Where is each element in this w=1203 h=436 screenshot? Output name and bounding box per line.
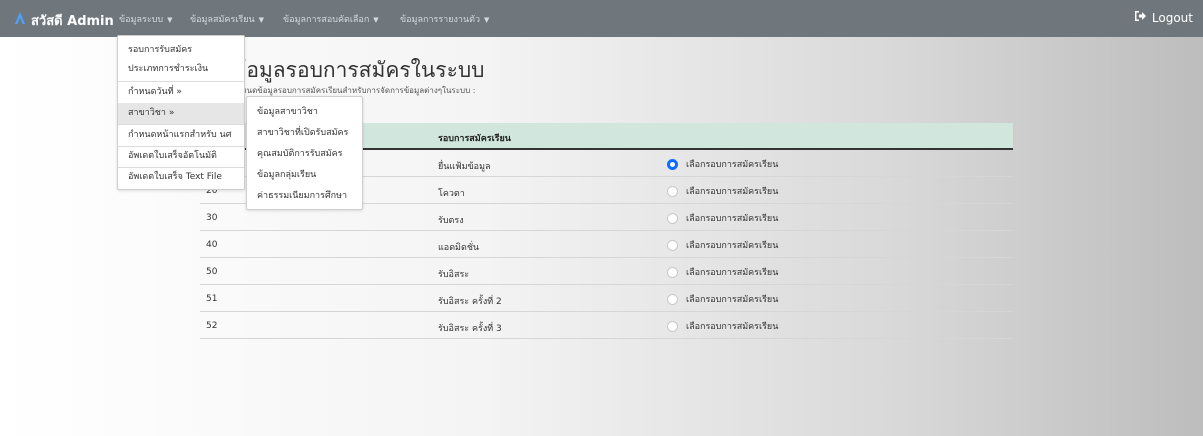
round-code: 52: [206, 321, 218, 331]
nav-item-label: ข้อมูลระบบ: [119, 15, 164, 25]
radio-icon[interactable]: [667, 320, 678, 332]
majors-submenu: ข้อมูลสาขาวิชา สาขาวิชาที่เปิดรับสมัคร ค…: [246, 96, 363, 210]
caret-down-icon: ▼: [258, 16, 265, 24]
select-round-label: เลือกรอบการสมัครเรียน: [686, 214, 779, 224]
select-round-radio[interactable]: เลือกรอบการสมัครเรียน: [667, 157, 778, 171]
brand-logo-icon: [14, 11, 26, 25]
logout-button[interactable]: Logout: [1134, 10, 1193, 25]
round-name: รับตรง: [438, 216, 464, 226]
table-row: 51 รับอิสระ ครั้งที่ 2 เลือกรอบการสมัครเ…: [200, 285, 1013, 312]
select-round-label: เลือกรอบการสมัครเรียน: [686, 241, 779, 251]
nav-item-system[interactable]: ข้อมูลระบบ ▼: [119, 12, 173, 26]
round-code: 50: [206, 267, 218, 277]
radio-icon[interactable]: [667, 212, 678, 224]
round-code: 40: [206, 240, 218, 250]
round-name: ยื่นแฟ้มข้อมูล: [438, 162, 491, 172]
select-round-radio[interactable]: เลือกรอบการสมัครเรียน: [667, 265, 778, 279]
radio-icon[interactable]: [667, 185, 678, 197]
round-code: 51: [206, 294, 218, 304]
menu-item-payment-types[interactable]: ประเภทการชำระเงิน: [118, 59, 244, 80]
navbar: สวัสดี Admin ข้อมูลระบบ ▼ ข้อมูลสมัครเรีย…: [0, 0, 1203, 37]
select-round-radio[interactable]: เลือกรอบการสมัครเรียน: [667, 211, 778, 225]
radio-icon[interactable]: [667, 158, 678, 170]
nav-item-label: ข้อมูลสมัครเรียน: [190, 15, 255, 25]
nav-item-application[interactable]: ข้อมูลสมัครเรียน ▼: [190, 12, 264, 26]
submenu-item-study-groups[interactable]: ข้อมูลกลุ่มเรียน: [247, 165, 362, 185]
select-round-label: เลือกรอบการสมัครเรียน: [686, 268, 779, 278]
nav-item-exam[interactable]: ข้อมูลการสอบคัดเลือก ▼: [283, 12, 379, 26]
menu-item-auto-receipt-update[interactable]: อัพเดตใบเสร็จอัตโนมัติ: [118, 146, 244, 167]
select-round-label: เลือกรอบการสมัครเรียน: [686, 160, 779, 170]
round-name: รับอิสระ: [438, 270, 470, 280]
caret-down-icon: ▼: [373, 16, 379, 24]
system-dropdown-menu: รอบการรับสมัคร ประเภทการชำระเงิน กำหนดวั…: [117, 35, 245, 190]
table-row: 52 รับอิสระ ครั้งที่ 3 เลือกรอบการสมัครเ…: [200, 312, 1013, 339]
menu-item-textfile-receipt-update[interactable]: อัพเดตใบเสร็จ Text File: [118, 167, 244, 188]
nav-item-report[interactable]: ข้อมูลการรายงานตัว ▼: [400, 12, 489, 26]
select-round-label: เลือกรอบการสมัครเรียน: [686, 295, 779, 305]
round-name: รับอิสระ ครั้งที่ 2: [438, 297, 502, 307]
page-title: ข้อมูลรอบการสมัครในระบบ: [232, 58, 485, 82]
select-round-radio[interactable]: เลือกรอบการสมัครเรียน: [667, 184, 778, 198]
nav-item-label: ข้อมูลการสอบคัดเลือก: [283, 15, 370, 25]
select-round-radio[interactable]: เลือกรอบการสมัครเรียน: [667, 319, 778, 333]
table-header-round: รอบการสมัครเรียน: [438, 134, 511, 144]
nav-item-label: ข้อมูลการรายงานตัว: [400, 15, 481, 25]
logout-label: Logout: [1151, 10, 1193, 25]
round-name: โควตา: [438, 189, 465, 199]
radio-icon[interactable]: [667, 239, 678, 251]
radio-icon[interactable]: [667, 266, 678, 278]
select-round-radio[interactable]: เลือกรอบการสมัครเรียน: [667, 238, 778, 252]
submenu-item-qualifications[interactable]: คุณสมบัติการรับสมัคร: [247, 144, 362, 164]
menu-item-set-dates[interactable]: กำหนดวันที่ »: [118, 82, 244, 103]
caret-down-icon: ▼: [167, 16, 173, 24]
logout-icon: [1134, 10, 1147, 25]
submenu-item-open-majors[interactable]: สาขาวิชาที่เปิดรับสมัคร: [247, 123, 362, 143]
round-name: รับอิสระ ครั้งที่ 3: [438, 324, 502, 334]
menu-item-student-homepage[interactable]: กำหนดหน้าแรกสำหรับ นศ: [118, 125, 244, 146]
brand-name[interactable]: สวัสดี Admin: [31, 10, 114, 31]
menu-item-application-rounds[interactable]: รอบการรับสมัคร: [118, 40, 244, 61]
submenu-item-tuition-fees[interactable]: ค่าธรรมเนียมการศึกษา: [247, 186, 362, 206]
caret-down-icon: ▼: [484, 16, 490, 24]
table-row: 50 รับอิสระ เลือกรอบการสมัครเรียน: [200, 258, 1013, 285]
round-code: 30: [206, 213, 218, 223]
radio-icon[interactable]: [667, 293, 678, 305]
select-round-radio[interactable]: เลือกรอบการสมัครเรียน: [667, 292, 778, 306]
table-row: 40 แอดมิดชั่น เลือกรอบการสมัครเรียน: [200, 231, 1013, 258]
round-name: แอดมิดชั่น: [438, 243, 480, 253]
select-round-label: เลือกรอบการสมัครเรียน: [686, 187, 779, 197]
menu-item-majors[interactable]: สาขาวิชา »: [118, 103, 244, 124]
submenu-item-major-info[interactable]: ข้อมูลสาขาวิชา: [247, 102, 362, 122]
select-round-label: เลือกรอบการสมัครเรียน: [686, 322, 779, 332]
